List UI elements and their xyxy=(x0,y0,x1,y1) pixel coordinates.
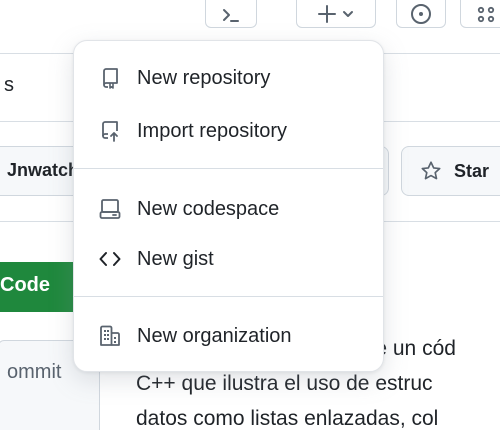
create-new-button[interactable] xyxy=(296,0,376,28)
organization-icon xyxy=(98,324,122,348)
menu-item-new-organization[interactable]: New organization xyxy=(74,315,383,357)
menu-item-label: New repository xyxy=(137,66,271,89)
menu-item-label: New gist xyxy=(137,247,214,270)
issues-button[interactable] xyxy=(396,0,446,28)
star-label: Star xyxy=(454,160,490,181)
menu-item-import-repository[interactable]: Import repository xyxy=(74,110,383,152)
menu-item-new-codespace[interactable]: New codespace xyxy=(74,188,383,230)
codespaces-icon xyxy=(98,197,122,221)
commits-label: ommit xyxy=(7,361,62,383)
unwatch-label: Jnwatch xyxy=(7,160,80,180)
plus-icon xyxy=(318,5,353,23)
menu-separator xyxy=(74,296,383,297)
menu-separator xyxy=(74,168,383,169)
menu-item-label: Import repository xyxy=(137,119,288,142)
command-palette-button[interactable] xyxy=(205,0,257,28)
repo-icon xyxy=(98,66,122,90)
code-icon xyxy=(98,247,122,271)
menu-item-new-repository[interactable]: New repository xyxy=(74,57,383,99)
copilot-icon xyxy=(477,6,495,23)
repo-push-icon xyxy=(98,119,122,143)
star-icon xyxy=(421,161,441,180)
description-line-2: C++ que ilustra el uso de estruc xyxy=(136,372,433,395)
pull-requests-button[interactable] xyxy=(460,0,500,28)
create-new-menu: New repository Import repository New cod… xyxy=(73,40,384,372)
star-button[interactable]: Star xyxy=(401,146,500,196)
menu-item-label: New organization xyxy=(137,324,292,347)
terminal-icon xyxy=(223,9,239,22)
code-label: Code xyxy=(0,274,50,296)
tab-label-partial[interactable]: s xyxy=(4,74,14,97)
menu-item-label: New codespace xyxy=(137,197,280,220)
description-line-3: datos como listas enlazadas, col xyxy=(136,407,439,430)
issue-icon xyxy=(411,4,431,24)
menu-item-new-gist[interactable]: New gist xyxy=(74,238,383,280)
